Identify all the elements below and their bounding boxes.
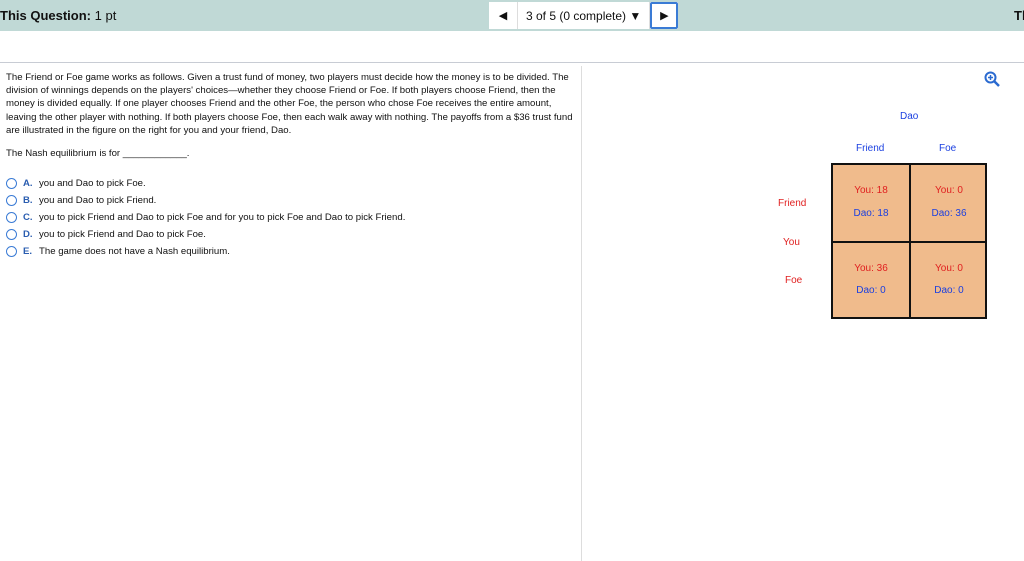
option-letter: A. xyxy=(23,178,33,189)
you-payoff: You: 36 xyxy=(854,263,888,274)
cell-foe-friend: You: 36 Dao: 0 xyxy=(833,263,909,296)
option-text: you to pick Friend and Dao to pick Foe. xyxy=(39,229,206,240)
radio-button[interactable] xyxy=(6,246,17,257)
divider xyxy=(833,241,985,243)
question-navigator: ◀ 3 of 5 (0 complete) ▼ ▶ xyxy=(489,2,679,29)
you-payoff: You: 18 xyxy=(854,185,888,196)
next-question-button[interactable]: ▶ xyxy=(650,2,679,29)
answer-options: A. you and Dao to pick Foe. B. you and Dao… xyxy=(6,175,405,260)
pane-divider[interactable] xyxy=(581,66,582,561)
cell-friend-friend: You: 18 Dao: 18 xyxy=(833,185,909,219)
row-player-label: You xyxy=(783,237,800,248)
option-text: you to pick Friend and Dao to pick Foe a… xyxy=(39,212,406,223)
option-c[interactable]: C. you to pick Friend and Dao to pick Foe… xyxy=(6,209,405,226)
option-b[interactable]: B. you and Dao to pick Friend. xyxy=(6,192,405,209)
divider xyxy=(0,62,1024,63)
cell-friend-foe: You: 0 Dao: 36 xyxy=(911,185,987,219)
option-letter: D. xyxy=(23,229,33,240)
you-payoff: You: 0 xyxy=(935,185,963,196)
column-label-friend: Friend xyxy=(856,143,885,154)
column-label-foe: Foe xyxy=(939,143,957,154)
cell-foe-foe: You: 0 Dao: 0 xyxy=(911,263,987,296)
question-points: This Question: 1 pt xyxy=(0,8,116,23)
option-letter: B. xyxy=(23,195,33,206)
top-bar: This Question: 1 pt ◀ 3 of 5 (0 complete… xyxy=(0,0,1024,31)
payoff-matrix: You: 18 Dao: 18 You: 0 Dao: 36 You: 36 Dao:… xyxy=(831,163,987,319)
option-text: you and Dao to pick Foe. xyxy=(39,178,146,189)
chevron-down-icon: ▼ xyxy=(629,8,642,23)
dao-payoff: Dao: 0 xyxy=(934,285,964,296)
option-a[interactable]: A. you and Dao to pick Foe. xyxy=(6,175,405,192)
question-prompt: The Nash equilibrium is for ____________… xyxy=(6,148,190,159)
dao-payoff: Dao: 36 xyxy=(931,208,967,219)
question-label: This Question: xyxy=(0,8,91,23)
radio-button[interactable] xyxy=(6,195,17,206)
radio-button[interactable] xyxy=(6,229,17,240)
option-e[interactable]: E. The game does not have a Nash equilibr… xyxy=(6,243,405,260)
dao-payoff: Dao: 18 xyxy=(853,208,889,219)
you-payoff: You: 0 xyxy=(935,263,963,274)
truncated-header-text: Th xyxy=(1014,8,1024,23)
progress-text: 3 of 5 (0 complete) xyxy=(526,8,627,23)
dao-payoff: Dao: 0 xyxy=(856,285,886,296)
option-letter: C. xyxy=(23,212,33,223)
previous-question-button[interactable]: ◀ xyxy=(489,2,517,29)
column-player-label: Dao xyxy=(900,111,919,122)
option-letter: E. xyxy=(23,246,33,257)
radio-button[interactable] xyxy=(6,178,17,189)
triangle-right-icon: ▶ xyxy=(660,10,669,22)
option-d[interactable]: D. you to pick Friend and Dao to pick Foe… xyxy=(6,226,405,243)
option-text: you and Dao to pick Friend. xyxy=(39,195,157,206)
question-text: The Friend or Foe game works as follows.… xyxy=(6,72,573,136)
row-label-friend: Friend xyxy=(778,198,807,209)
question-selector-dropdown[interactable]: 3 of 5 (0 complete) ▼ xyxy=(517,2,651,29)
radio-button[interactable] xyxy=(6,212,17,223)
option-text: The game does not have a Nash equilibriu… xyxy=(39,246,230,257)
triangle-left-icon: ◀ xyxy=(498,10,508,22)
row-label-foe: Foe xyxy=(785,275,803,286)
points-value: 1 pt xyxy=(94,8,117,23)
zoom-in-icon[interactable] xyxy=(984,71,1000,87)
